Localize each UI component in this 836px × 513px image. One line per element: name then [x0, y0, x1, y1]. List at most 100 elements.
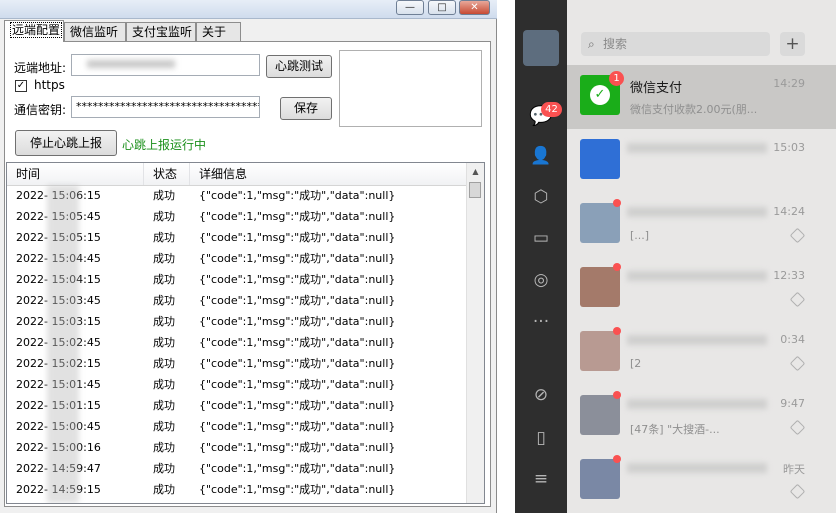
chat-item[interactable]: 15:03	[567, 129, 836, 193]
unread-dot	[613, 199, 621, 207]
unread-badge: 1	[609, 71, 624, 86]
tab-alipay-listen[interactable]: 支付宝监听	[126, 22, 196, 41]
close-button[interactable]: ✕	[459, 0, 490, 15]
monitor-app-window: — □ ✕ 远端配置 微信监听 支付宝监听 关于 远端地址: 心跳测试 ✓ ht…	[0, 0, 497, 513]
tab-remote-config[interactable]: 远端配置	[4, 20, 64, 42]
chat-item[interactable]: [2 0:34	[567, 321, 836, 385]
cell-status: 成功	[153, 357, 175, 370]
https-checkbox[interactable]: ✓	[15, 80, 27, 92]
cell-detail: {"code":1,"msg":"成功","data":null}	[199, 273, 396, 286]
chat-item[interactable]: [47条] "大搜酒-... 9:47	[567, 385, 836, 449]
miniprogram-icon[interactable]: ⊘	[515, 385, 567, 405]
chat-time: 15:03	[773, 141, 805, 154]
scroll-up-icon[interactable]: ▲	[467, 163, 484, 180]
log-table: 时间 状态 详细信息 2022- 15:06:15成功{"code":1,"ms…	[6, 162, 485, 504]
cell-status: 成功	[153, 441, 175, 454]
chat-item[interactable]: 昨天	[567, 449, 836, 513]
avatar	[580, 395, 620, 435]
mute-icon	[789, 291, 806, 308]
redacted-chat-name	[627, 463, 767, 473]
files-icon[interactable]: ▭	[515, 228, 567, 248]
redacted-chat-name	[627, 335, 767, 345]
chat-time: 9:47	[780, 397, 805, 410]
cell-status: 成功	[153, 273, 175, 286]
chat-item[interactable]: ✓ 微信支付 微信支付收款2.00元(朋... 14:29 1	[567, 65, 836, 129]
mute-icon	[789, 227, 806, 244]
secret-key-input[interactable]: ************************************	[71, 96, 260, 118]
chat-item[interactable]: 12:33	[567, 257, 836, 321]
column-header-detail[interactable]: 详细信息	[190, 163, 467, 185]
search-icon: ⌕	[588, 37, 595, 51]
avatar	[580, 459, 620, 499]
cell-status: 成功	[153, 462, 175, 475]
remote-address-label: 远端地址:	[14, 61, 67, 75]
cell-detail: {"code":1,"msg":"成功","data":null}	[199, 399, 396, 412]
wechat-pay-icon: ✓	[590, 85, 610, 105]
more-icon[interactable]: ···	[515, 312, 567, 332]
phone-icon[interactable]: ▯	[515, 428, 567, 448]
redacted-dates	[47, 185, 79, 503]
cell-detail: {"code":1,"msg":"成功","data":null}	[199, 252, 396, 265]
redacted-chat-name	[627, 271, 767, 281]
chat-name: 微信支付	[630, 81, 683, 96]
cell-detail: {"code":1,"msg":"成功","data":null}	[199, 189, 396, 202]
cell-status: 成功	[153, 315, 175, 328]
title-bar: — □ ✕	[0, 0, 497, 19]
secret-key-label: 通信密钥:	[14, 103, 67, 117]
unread-dot	[613, 391, 621, 399]
redacted-address	[87, 60, 175, 68]
cell-status: 成功	[153, 399, 175, 412]
chat-time: 12:33	[773, 269, 805, 282]
cell-detail: {"code":1,"msg":"成功","data":null}	[199, 210, 396, 223]
avatar	[580, 203, 620, 243]
log-scrollbar[interactable]: ▲	[466, 163, 484, 503]
chat-preview: [47条] "大搜酒-...	[630, 423, 720, 436]
cell-detail: {"code":1,"msg":"成功","data":null}	[199, 357, 396, 370]
unread-dot	[613, 455, 621, 463]
mute-icon	[789, 483, 806, 500]
avatar	[580, 331, 620, 371]
redacted-chat-name	[627, 207, 767, 217]
chat-time: 昨天	[783, 463, 805, 476]
mute-icon	[789, 355, 806, 372]
cell-detail: {"code":1,"msg":"成功","data":null}	[199, 462, 396, 475]
cell-detail: {"code":1,"msg":"成功","data":null}	[199, 336, 396, 349]
add-button[interactable]: +	[780, 32, 805, 56]
cell-detail: {"code":1,"msg":"成功","data":null}	[199, 231, 396, 244]
contacts-icon[interactable]: 👤	[515, 146, 567, 166]
chat-item[interactable]: [...] 14:24	[567, 193, 836, 257]
column-header-status[interactable]: 状态	[144, 163, 190, 185]
stop-heartbeat-button[interactable]: 停止心跳上报	[15, 130, 117, 156]
favorites-icon[interactable]: ⬡	[515, 187, 567, 207]
preview-box	[339, 50, 482, 127]
menu-icon[interactable]: ≡	[515, 469, 567, 489]
cell-status: 成功	[153, 336, 175, 349]
cell-detail: {"code":1,"msg":"成功","data":null}	[199, 441, 396, 454]
redacted-chat-name	[627, 143, 767, 153]
maximize-button[interactable]: □	[428, 0, 456, 15]
moments-icon[interactable]: ◎	[515, 270, 567, 290]
cell-detail: {"code":1,"msg":"成功","data":null}	[199, 294, 396, 307]
unread-dot	[613, 263, 621, 271]
minimize-button[interactable]: —	[396, 0, 424, 15]
search-input[interactable]: ⌕ 搜索	[581, 32, 770, 56]
scroll-thumb[interactable]	[469, 182, 481, 198]
tab-about[interactable]: 关于	[196, 22, 241, 41]
chat-time: 14:29	[773, 77, 805, 90]
cell-detail: {"code":1,"msg":"成功","data":null}	[199, 378, 396, 391]
wechat-sidebar: 💬 42 👤 ⬡ ▭ ◎ ··· ⊘ ▯ ≡	[515, 0, 567, 513]
avatar	[580, 267, 620, 307]
avatar	[580, 139, 620, 179]
cell-status: 成功	[153, 420, 175, 433]
save-button[interactable]: 保存	[280, 97, 332, 120]
chat-preview: [...]	[630, 229, 650, 242]
avatar[interactable]	[523, 30, 559, 66]
tab-wechat-listen[interactable]: 微信监听	[64, 22, 126, 41]
cell-status: 成功	[153, 483, 175, 496]
column-header-time[interactable]: 时间	[7, 163, 144, 185]
log-table-header: 时间 状态 详细信息	[7, 163, 467, 186]
chat-preview: [2	[630, 357, 642, 370]
search-placeholder: 搜索	[603, 37, 628, 51]
heartbeat-test-button[interactable]: 心跳测试	[266, 55, 332, 78]
cell-status: 成功	[153, 378, 175, 391]
